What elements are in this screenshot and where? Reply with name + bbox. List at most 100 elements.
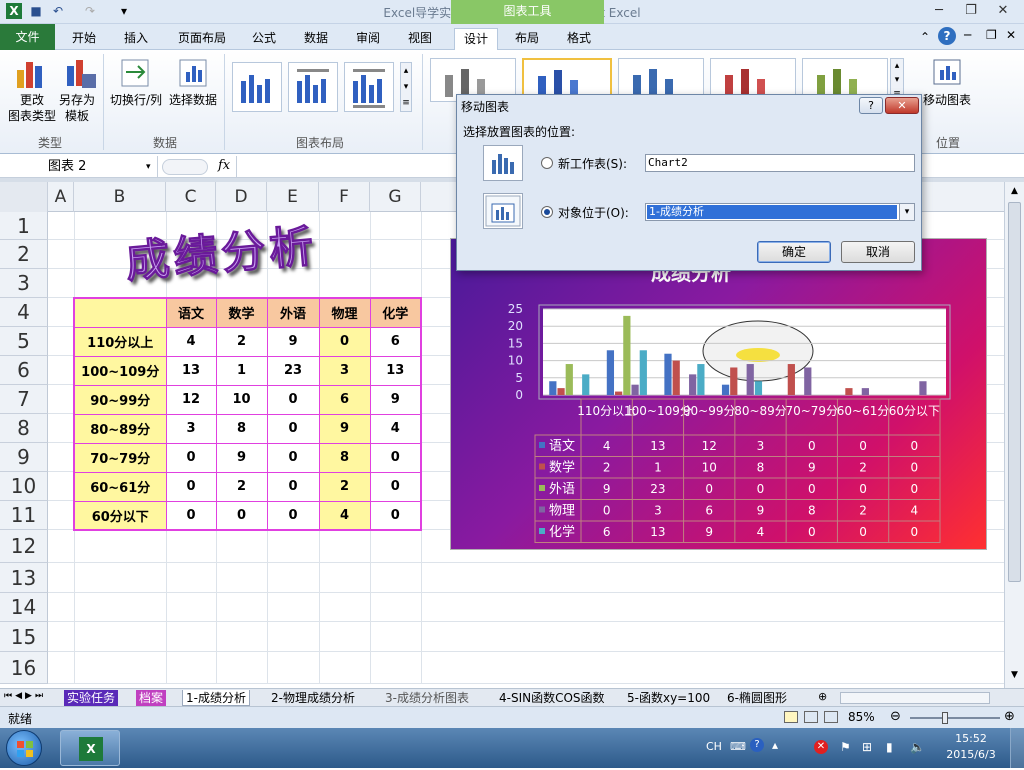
security-alert-icon[interactable]: ✕ [814, 740, 828, 754]
tab-data[interactable]: 数据 [296, 28, 336, 50]
zoom-level[interactable]: 85% [848, 710, 875, 724]
page-layout-view-icon[interactable] [804, 711, 818, 723]
name-box[interactable]: 图表 2 ▾ [0, 156, 158, 178]
column-header[interactable]: A [48, 182, 74, 212]
row-header[interactable]: 2 [0, 240, 48, 269]
row-header[interactable]: 14 [0, 593, 48, 622]
table-cell[interactable]: 0 [266, 471, 320, 502]
table-cell[interactable]: 0 [165, 471, 217, 502]
normal-view-icon[interactable] [784, 711, 798, 723]
table-cell[interactable]: 13 [369, 355, 422, 386]
zoom-slider-thumb[interactable] [942, 712, 948, 724]
sheet-tab-sin-cos[interactable]: 4-SIN函数COS函数 [496, 690, 608, 706]
table-cell[interactable]: 13 [165, 355, 217, 386]
column-header[interactable]: E [267, 182, 319, 212]
table-cell[interactable]: 2 [318, 471, 371, 502]
chart-layout-2[interactable] [288, 62, 338, 112]
sheet-tab-xy[interactable]: 5-函数xy=100 [624, 690, 713, 706]
tab-view[interactable]: 视图 [400, 28, 440, 50]
table-cell[interactable]: 0 [318, 326, 371, 357]
table-cell[interactable]: 8 [215, 413, 268, 444]
column-header[interactable]: F [319, 182, 370, 212]
tab-page-layout[interactable]: 页面布局 [170, 28, 234, 50]
network-icon[interactable]: ▮ [886, 740, 893, 754]
column-header[interactable]: D [216, 182, 267, 212]
page-break-view-icon[interactable] [824, 711, 838, 723]
chart-layout-1[interactable] [232, 62, 282, 112]
table-cell[interactable]: 0 [215, 500, 268, 531]
redo-icon[interactable]: ↷ [82, 3, 98, 19]
scroll-up-icon[interactable]: ▲ [1007, 186, 1022, 198]
ok-button[interactable]: 确定 [757, 241, 831, 263]
row-label[interactable]: 90~99分 [73, 384, 167, 415]
table-cell[interactable]: 0 [165, 500, 217, 531]
table-cell[interactable]: 3 [165, 413, 217, 444]
row-header[interactable]: 8 [0, 414, 48, 443]
table-cell[interactable]: 23 [266, 355, 320, 386]
row-label[interactable]: 60分以下 [73, 500, 167, 531]
chevron-down-icon[interactable]: ▾ [899, 204, 914, 220]
change-chart-type-button[interactable]: 更改 图表类型 [4, 92, 60, 124]
row-label[interactable]: 70~79分 [73, 442, 167, 473]
table-cell[interactable]: 4 [318, 500, 371, 531]
table-cell[interactable]: 0 [369, 442, 422, 473]
table-cell[interactable]: 9 [369, 384, 422, 415]
new-sheet-input[interactable]: Chart2 [645, 154, 915, 172]
tab-format[interactable]: 格式 [558, 28, 600, 50]
zoom-in-icon[interactable]: ⊕ [1004, 709, 1015, 724]
insert-function-icon[interactable]: fx [218, 158, 230, 173]
close-button[interactable]: ✕ [990, 2, 1016, 20]
action-center-icon[interactable]: ⚑ [840, 740, 851, 754]
doc-minimize-icon[interactable]: ─ [964, 28, 971, 42]
column-header[interactable]: C [166, 182, 216, 212]
cancel-button[interactable]: 取消 [841, 241, 915, 263]
tab-design[interactable]: 设计 [454, 28, 498, 50]
doc-close-icon[interactable]: ✕ [1006, 28, 1016, 42]
collapse-ribbon-icon[interactable]: ⌃ [920, 30, 930, 44]
table-cell[interactable]: 6 [369, 326, 422, 357]
row-header[interactable]: 3 [0, 269, 48, 298]
tab-layout[interactable]: 布局 [506, 28, 548, 50]
zoom-slider[interactable] [910, 717, 1000, 719]
table-cell[interactable]: 0 [266, 500, 320, 531]
row-header[interactable]: 5 [0, 327, 48, 356]
doc-restore-icon[interactable]: ❐ [986, 28, 997, 42]
table-cell[interactable]: 10 [215, 384, 268, 415]
row-header[interactable]: 6 [0, 356, 48, 385]
table-cell[interactable]: 1 [215, 355, 268, 386]
table-cell[interactable]: 2 [215, 326, 268, 357]
table-cell[interactable]: 0 [369, 471, 422, 502]
wordart-title[interactable]: 成绩分析 [123, 210, 320, 290]
table-cell[interactable]: 6 [318, 384, 371, 415]
insert-sheet-icon[interactable]: ⊕ [818, 690, 827, 703]
dialog-close-button[interactable]: ✕ [885, 97, 919, 114]
table-cell[interactable]: 3 [318, 355, 371, 386]
customize-qat-icon[interactable]: ▾ [116, 3, 132, 19]
switch-row-column-icon[interactable] [120, 58, 150, 88]
sheet-nav-icon[interactable]: ⏮◀▶⏭ [4, 691, 46, 701]
select-data-icon[interactable] [178, 58, 208, 88]
scroll-thumb[interactable] [1008, 202, 1021, 582]
save-icon[interactable]: ■ [28, 3, 44, 19]
move-chart-button[interactable]: 移动图表 [918, 92, 976, 108]
save-as-template-icon[interactable] [64, 56, 98, 90]
row-label[interactable]: 110分以上 [73, 326, 167, 357]
select-data-button[interactable]: 选择数据 [166, 92, 220, 108]
layout-gallery-scroll[interactable]: ▴ ▾ ≡ [400, 62, 412, 112]
row-label[interactable]: 100~109分 [73, 355, 167, 386]
tab-formulas[interactable]: 公式 [244, 28, 284, 50]
object-in-radio[interactable] [541, 206, 553, 218]
tab-home[interactable]: 开始 [64, 28, 104, 50]
table-cell[interactable]: 0 [266, 384, 320, 415]
start-button[interactable] [6, 730, 42, 766]
row-header[interactable]: 1 [0, 212, 48, 240]
tab-insert[interactable]: 插入 [116, 28, 156, 50]
sheet-tab-chart[interactable]: 3-成绩分析图表 [382, 690, 472, 706]
row-header[interactable]: 11 [0, 501, 48, 530]
scroll-down-icon[interactable]: ▼ [1007, 670, 1022, 682]
volume-icon[interactable]: 🔈 [910, 740, 925, 754]
object-in-select[interactable]: 1-成绩分析 ▾ [645, 203, 915, 221]
sheet-tab-ellipse[interactable]: 6-椭圆图形 [724, 690, 790, 706]
change-chart-type-icon[interactable] [14, 56, 48, 90]
tray-expand-icon[interactable]: ▴ [772, 738, 778, 752]
